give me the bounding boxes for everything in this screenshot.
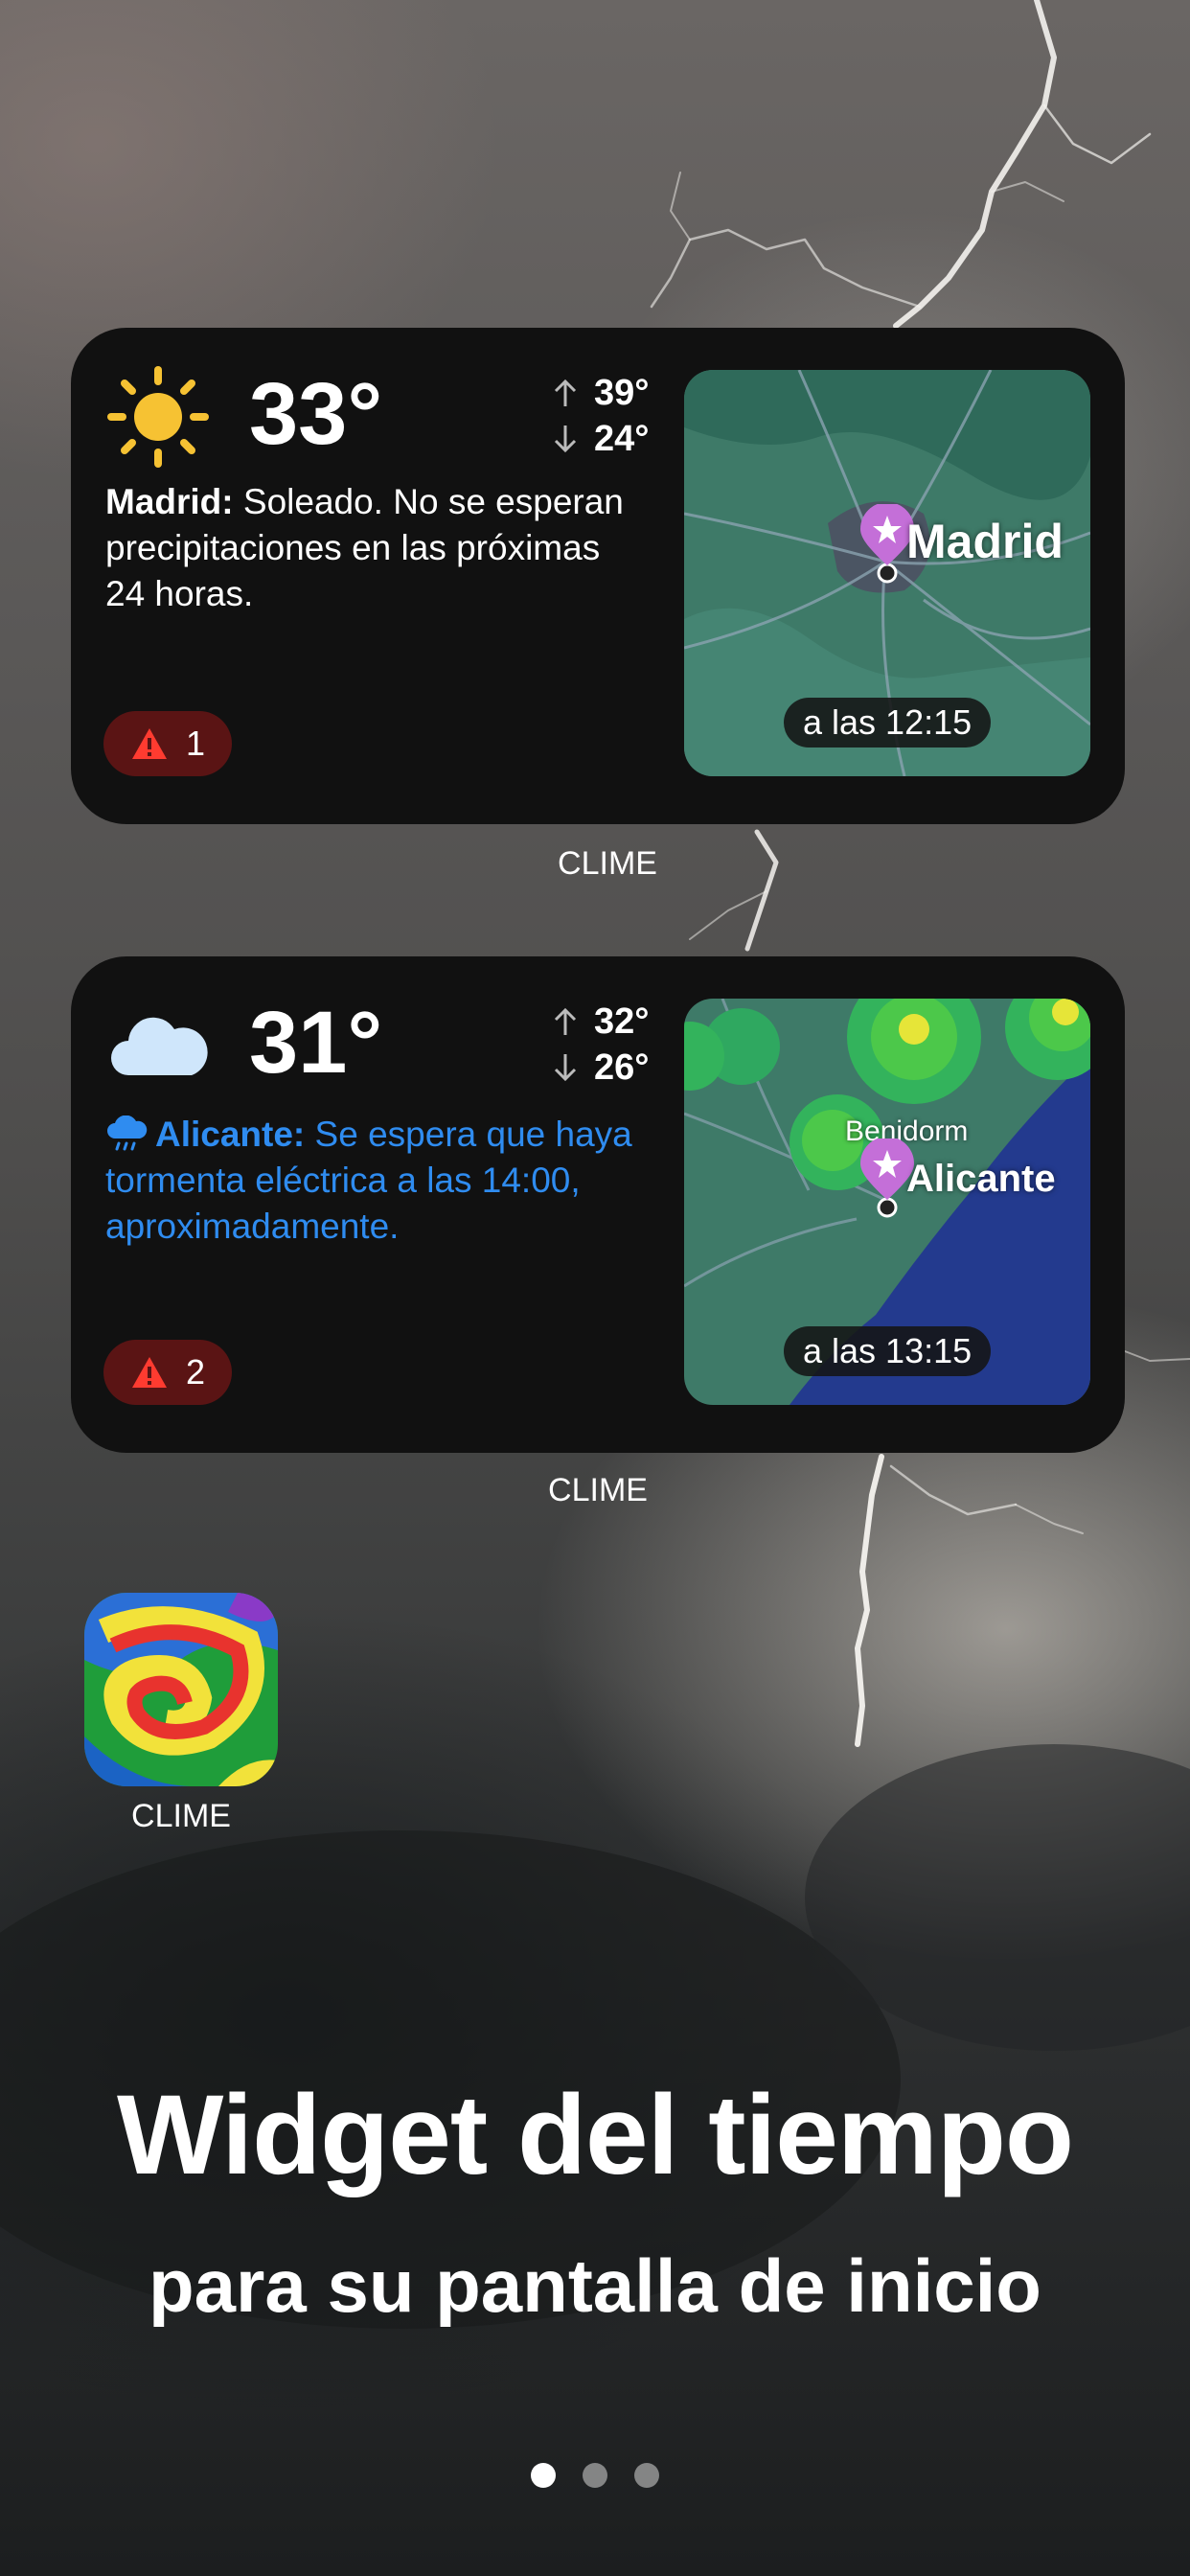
forecast-description: Madrid: Soleado. No se esperan precipita…: [105, 479, 642, 617]
page-dot[interactable]: [531, 2463, 556, 2488]
low-temp-row: 24°: [546, 416, 649, 462]
map-city-label: Alicante: [906, 1158, 1056, 1200]
high-temp: 39°: [594, 372, 650, 413]
clime-app-icon[interactable]: [84, 1593, 278, 1786]
rain-cloud-icon: [107, 1116, 148, 1151]
subheadline: para su pantalla de inicio: [149, 2243, 1041, 2328]
weather-widget-alicante[interactable]: 31° 32° 26° Alicante: Se espera que haya…: [71, 956, 1125, 1453]
arrow-up-icon: [554, 1007, 577, 1035]
alert-badge[interactable]: 1: [103, 711, 233, 776]
page-dot[interactable]: [583, 2463, 607, 2488]
map-timestamp: a las 13:15: [784, 1326, 992, 1376]
radar-map[interactable]: Madrid a las 12:15: [684, 370, 1090, 776]
headline: Widget del tiempo: [116, 2072, 1074, 2198]
arrow-down-icon: [554, 426, 577, 453]
weather-widget-madrid[interactable]: 33° 39° 24° Madrid: Soleado. No se esper…: [71, 328, 1125, 824]
high-low: 32° 26°: [546, 999, 649, 1091]
warning-icon: [132, 1357, 167, 1388]
city-name: Alicante:: [155, 1115, 306, 1154]
alert-count: 1: [186, 724, 206, 763]
widget-caption: CLIME: [548, 1472, 648, 1508]
current-temperature: 31°: [249, 994, 383, 1092]
cloud-icon: [111, 1017, 208, 1075]
high-temp-row: 39°: [546, 370, 649, 416]
forecast-description: Alicante: Se espera que haya tormenta el…: [105, 1112, 642, 1250]
warning-icon: [132, 728, 167, 759]
low-temp-row: 26°: [546, 1045, 649, 1091]
app-label: CLIME: [131, 1798, 231, 1834]
page-dot[interactable]: [634, 2463, 659, 2488]
alert-badge[interactable]: 2: [103, 1340, 233, 1405]
alert-count: 2: [186, 1352, 206, 1392]
arrow-up-icon: [554, 379, 577, 406]
widget-caption: CLIME: [558, 845, 657, 882]
map-timestamp: a las 12:15: [784, 698, 992, 748]
map-city-label: Madrid: [906, 515, 1064, 568]
high-temp-row: 32°: [546, 999, 649, 1045]
radar-swirl-icon: [84, 1593, 278, 1786]
current-temperature: 33°: [249, 365, 383, 463]
arrow-down-icon: [554, 1054, 577, 1082]
low-temp: 24°: [594, 418, 650, 459]
high-temp: 32°: [594, 1000, 650, 1042]
radar-map[interactable]: Benidorm Alicante a las 13:15: [684, 999, 1090, 1405]
sun-icon: [107, 366, 209, 468]
city-name: Madrid:: [105, 482, 234, 521]
low-temp: 26°: [594, 1046, 650, 1088]
page-indicator[interactable]: [0, 2463, 1190, 2488]
high-low: 39° 24°: [546, 370, 649, 462]
